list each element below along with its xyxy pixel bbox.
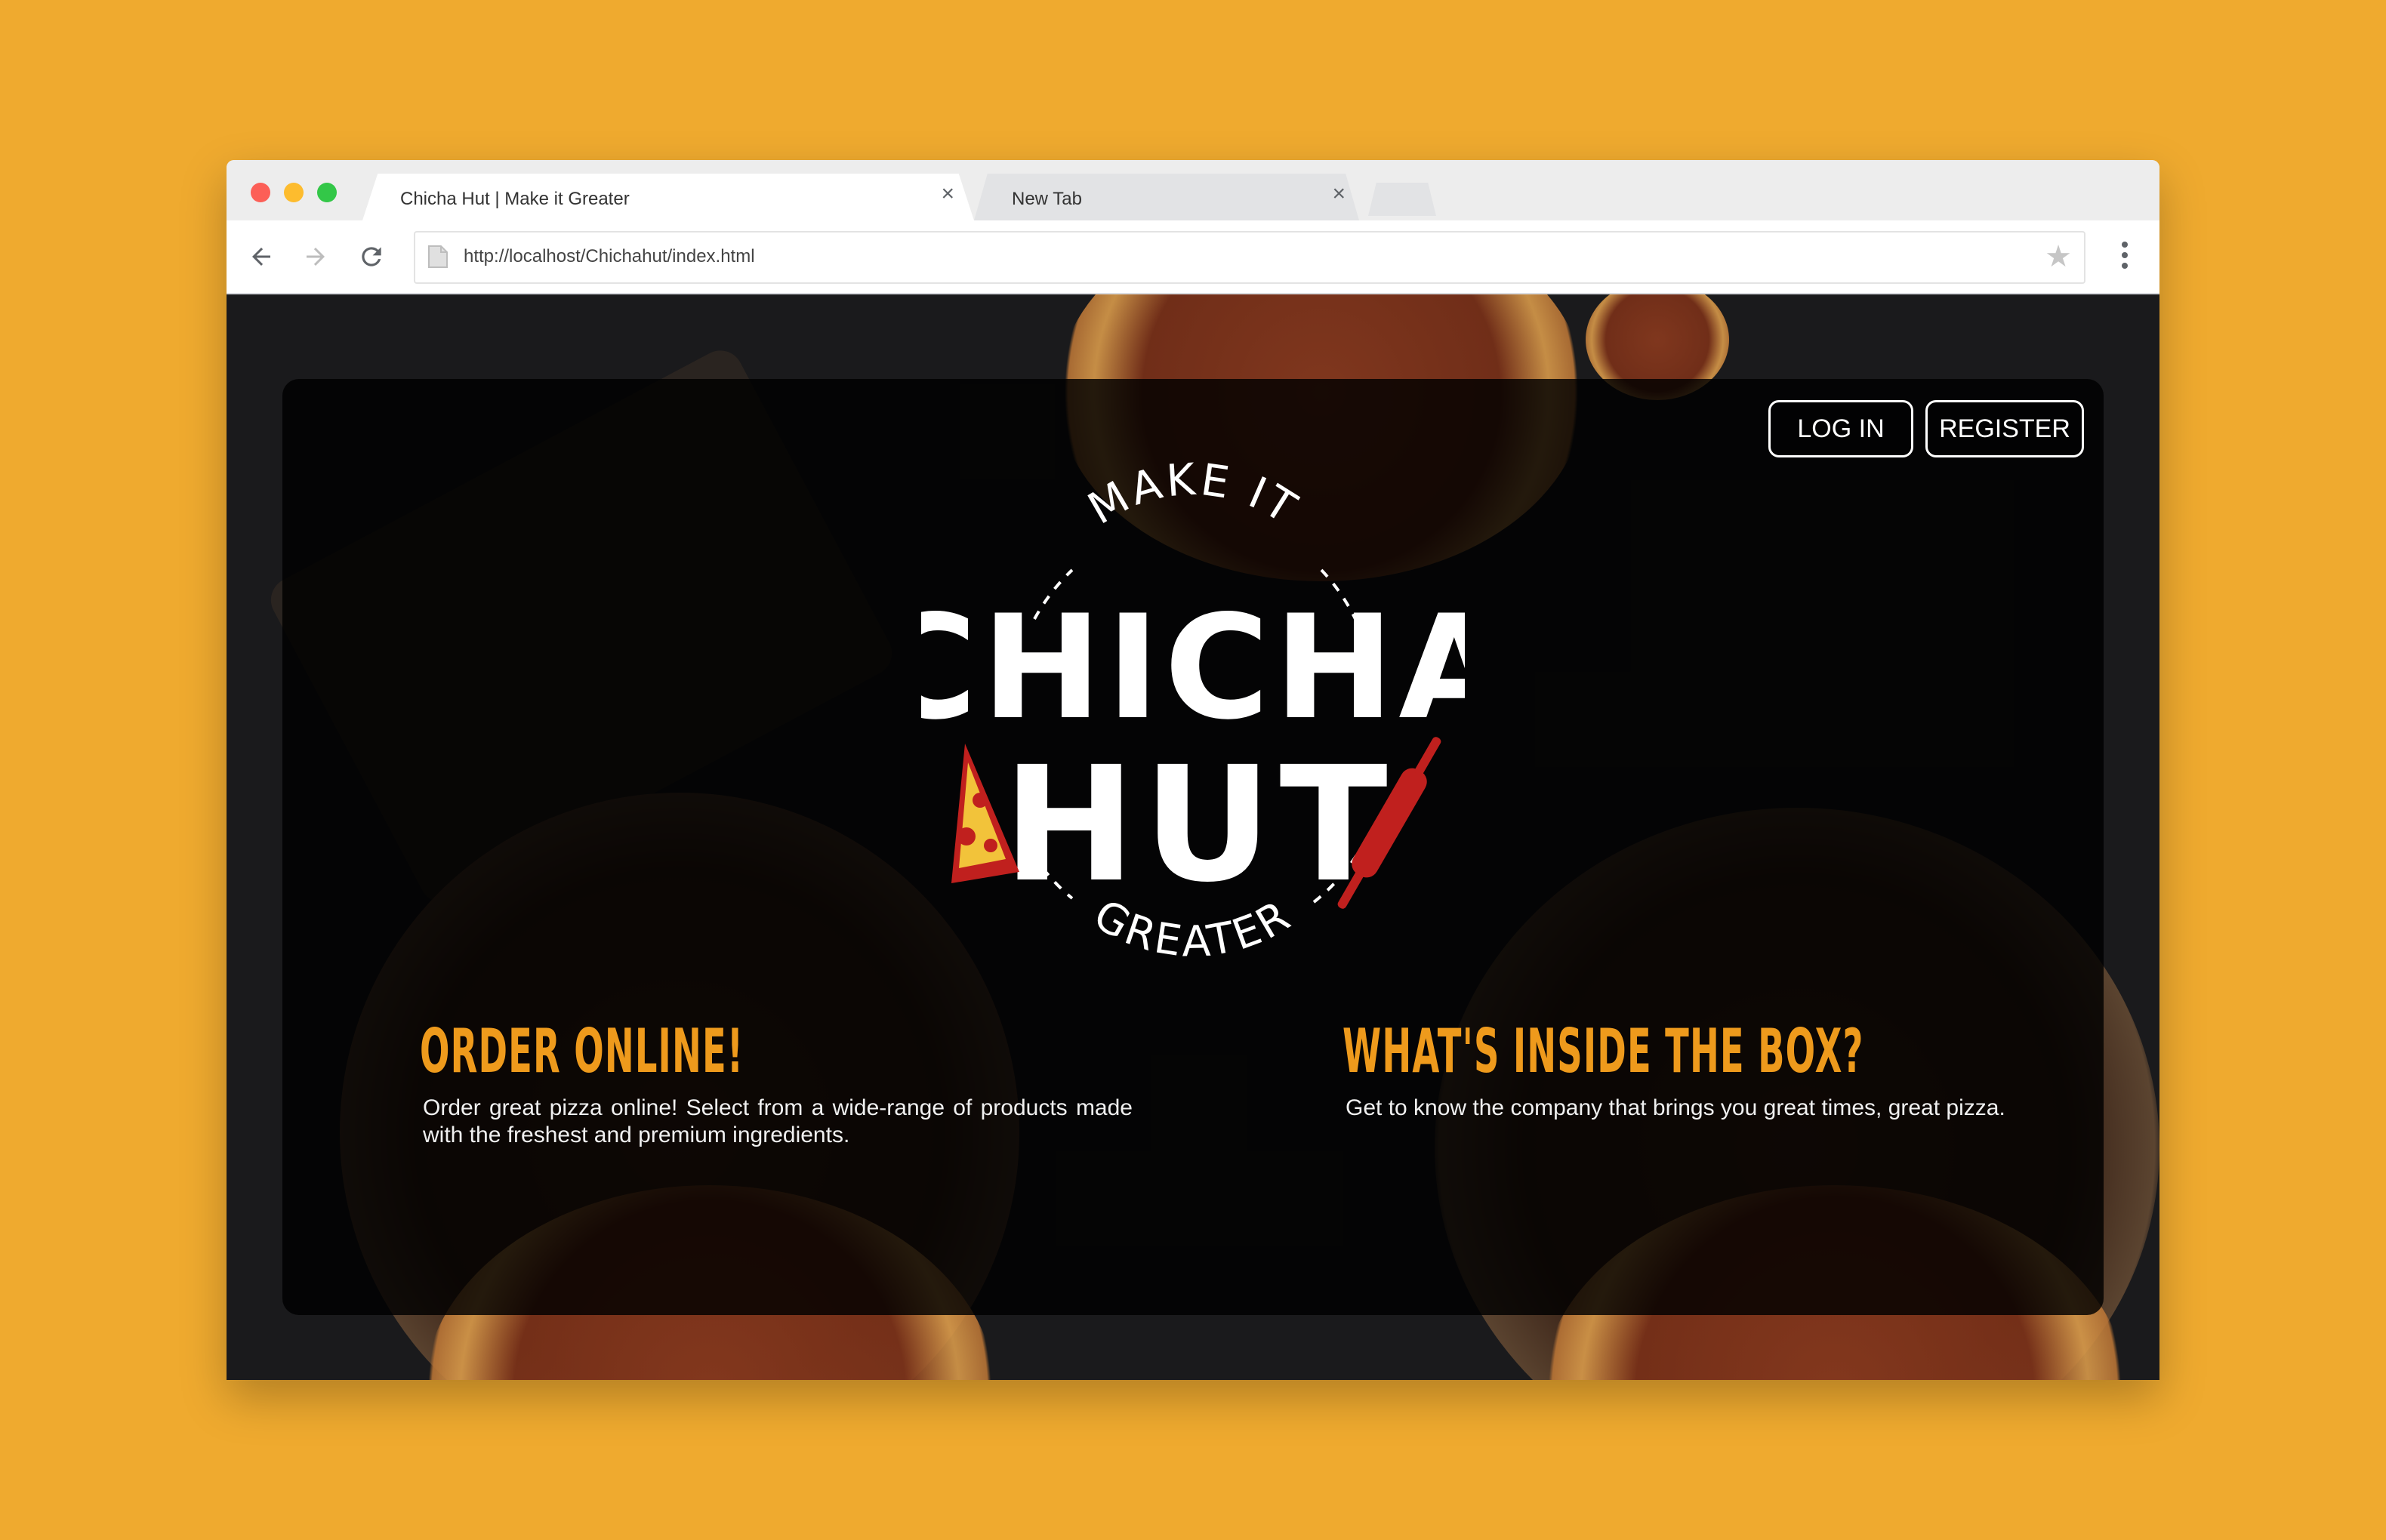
tab-title: Chicha Hut | Make it Greater bbox=[400, 189, 630, 209]
about-heading[interactable]: WHAT'S INSIDE THE BOX? bbox=[1343, 1016, 1864, 1086]
close-window-button[interactable] bbox=[251, 183, 270, 202]
forward-button[interactable] bbox=[299, 240, 332, 273]
close-icon[interactable]: × bbox=[1332, 183, 1346, 205]
browser-window: Chicha Hut | Make it Greater × New Tab × bbox=[227, 160, 2159, 1380]
address-bar[interactable]: http://localhost/Chichahut/index.html ★ bbox=[414, 231, 2085, 284]
dot bbox=[2122, 252, 2128, 258]
url-text: http://localhost/Chichahut/index.html bbox=[464, 246, 755, 266]
order-online-heading[interactable]: ORDER ONLINE! bbox=[420, 1016, 744, 1086]
bookmark-star-icon[interactable]: ★ bbox=[2045, 242, 2072, 272]
back-button[interactable] bbox=[245, 240, 278, 273]
logo-line-2: HUT bbox=[1003, 732, 1395, 917]
register-button[interactable]: REGISTER bbox=[1925, 400, 2084, 457]
close-icon[interactable]: × bbox=[941, 183, 954, 205]
arrow-left-icon bbox=[252, 248, 270, 266]
logo-top-text: MAKE IT bbox=[1079, 454, 1307, 535]
browser-menu-button[interactable] bbox=[2122, 242, 2129, 272]
about-text: Get to know the company that brings you … bbox=[1346, 1095, 2005, 1120]
page-icon bbox=[428, 245, 448, 268]
login-button[interactable]: LOG IN bbox=[1768, 400, 1913, 457]
webpage-viewport: LOG IN REGISTER MAKE IT GREATER CHICHA H… bbox=[227, 294, 2159, 1380]
tab-new-tab[interactable]: New Tab × bbox=[974, 174, 1359, 220]
tab-chicha-hut[interactable]: Chicha Hut | Make it Greater × bbox=[362, 174, 974, 220]
arrow-right-icon bbox=[307, 248, 325, 266]
logo-line-1: CHICHA bbox=[921, 584, 1465, 751]
order-online-text: Order great pizza online! Select from a … bbox=[423, 1095, 1133, 1147]
new-tab-button[interactable] bbox=[1368, 183, 1436, 216]
dot bbox=[2122, 263, 2128, 269]
chicha-hut-logo[interactable]: MAKE IT GREATER CHICHA HUT bbox=[921, 445, 1465, 989]
dot bbox=[2122, 242, 2128, 248]
browser-toolbar: http://localhost/Chichahut/index.html ★ bbox=[227, 220, 2159, 294]
minimize-window-button[interactable] bbox=[284, 183, 304, 202]
tab-strip: Chicha Hut | Make it Greater × New Tab × bbox=[227, 160, 2159, 220]
reload-icon bbox=[362, 247, 381, 266]
reload-button[interactable] bbox=[355, 240, 388, 273]
tab-title: New Tab bbox=[1012, 189, 1082, 209]
maximize-window-button[interactable] bbox=[317, 183, 337, 202]
